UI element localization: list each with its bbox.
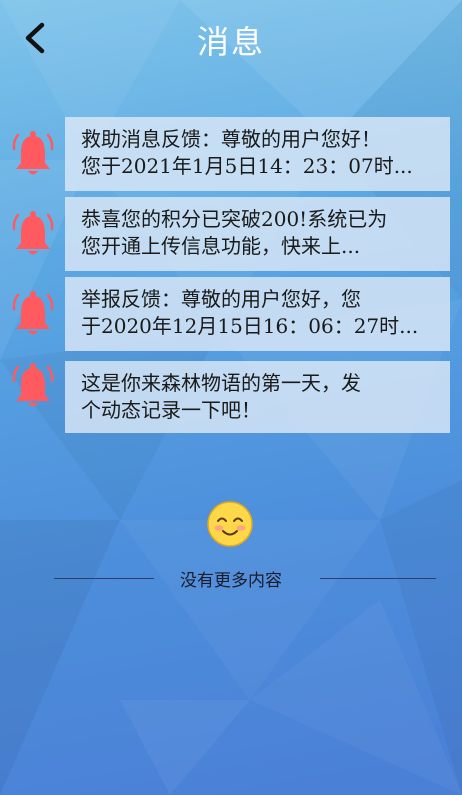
bell-icon: [12, 131, 54, 175]
message-card[interactable]: 举报反馈：尊敬的用户您好，您 于2020年12月15日16：06：27时...: [65, 277, 450, 351]
message-item: 恭喜您的积分已突破200!系统已为 您开通上传信息功能，快来上...: [0, 197, 462, 271]
message-line: 个动态记录一下吧！: [81, 398, 261, 422]
message-line: 恭喜您的积分已突破200!系统已为: [81, 207, 388, 231]
header: 消息: [0, 0, 462, 78]
message-item: 这是你来森林物语的第一天，发 个动态记录一下吧！: [0, 361, 462, 435]
message-line: 举报反馈：尊敬的用户您好，您: [81, 287, 361, 311]
message-card[interactable]: 恭喜您的积分已突破200!系统已为 您开通上传信息功能，快来上...: [65, 197, 450, 271]
divider-right: [320, 578, 436, 579]
message-line: 您于2021年1月5日14：23：07时...: [81, 154, 413, 178]
message-line: 救助消息反馈：尊敬的用户您好！: [81, 127, 381, 151]
message-card[interactable]: 救助消息反馈：尊敬的用户您好！ 您于2021年1月5日14：23：07时...: [65, 117, 450, 191]
message-line: 于2020年12月15日16：06：27时...: [81, 314, 419, 338]
smiley-icon: [207, 501, 253, 547]
message-line: 您开通上传信息功能，快来上...: [81, 234, 361, 258]
message-item: 举报反馈：尊敬的用户您好，您 于2020年12月15日16：06：27时...: [0, 277, 462, 351]
message-card[interactable]: 这是你来森林物语的第一天，发 个动态记录一下吧！: [65, 361, 450, 433]
bell-icon: [12, 363, 54, 407]
page-title: 消息: [196, 23, 265, 61]
list-end-indicator: 没有更多内容: [0, 500, 462, 600]
bell-icon: [12, 211, 54, 255]
message-item: 救助消息反馈：尊敬的用户您好！ 您于2021年1月5日14：23：07时...: [0, 117, 462, 191]
bell-icon: [12, 291, 54, 335]
message-line: 这是你来森林物语的第一天，发: [81, 371, 361, 395]
